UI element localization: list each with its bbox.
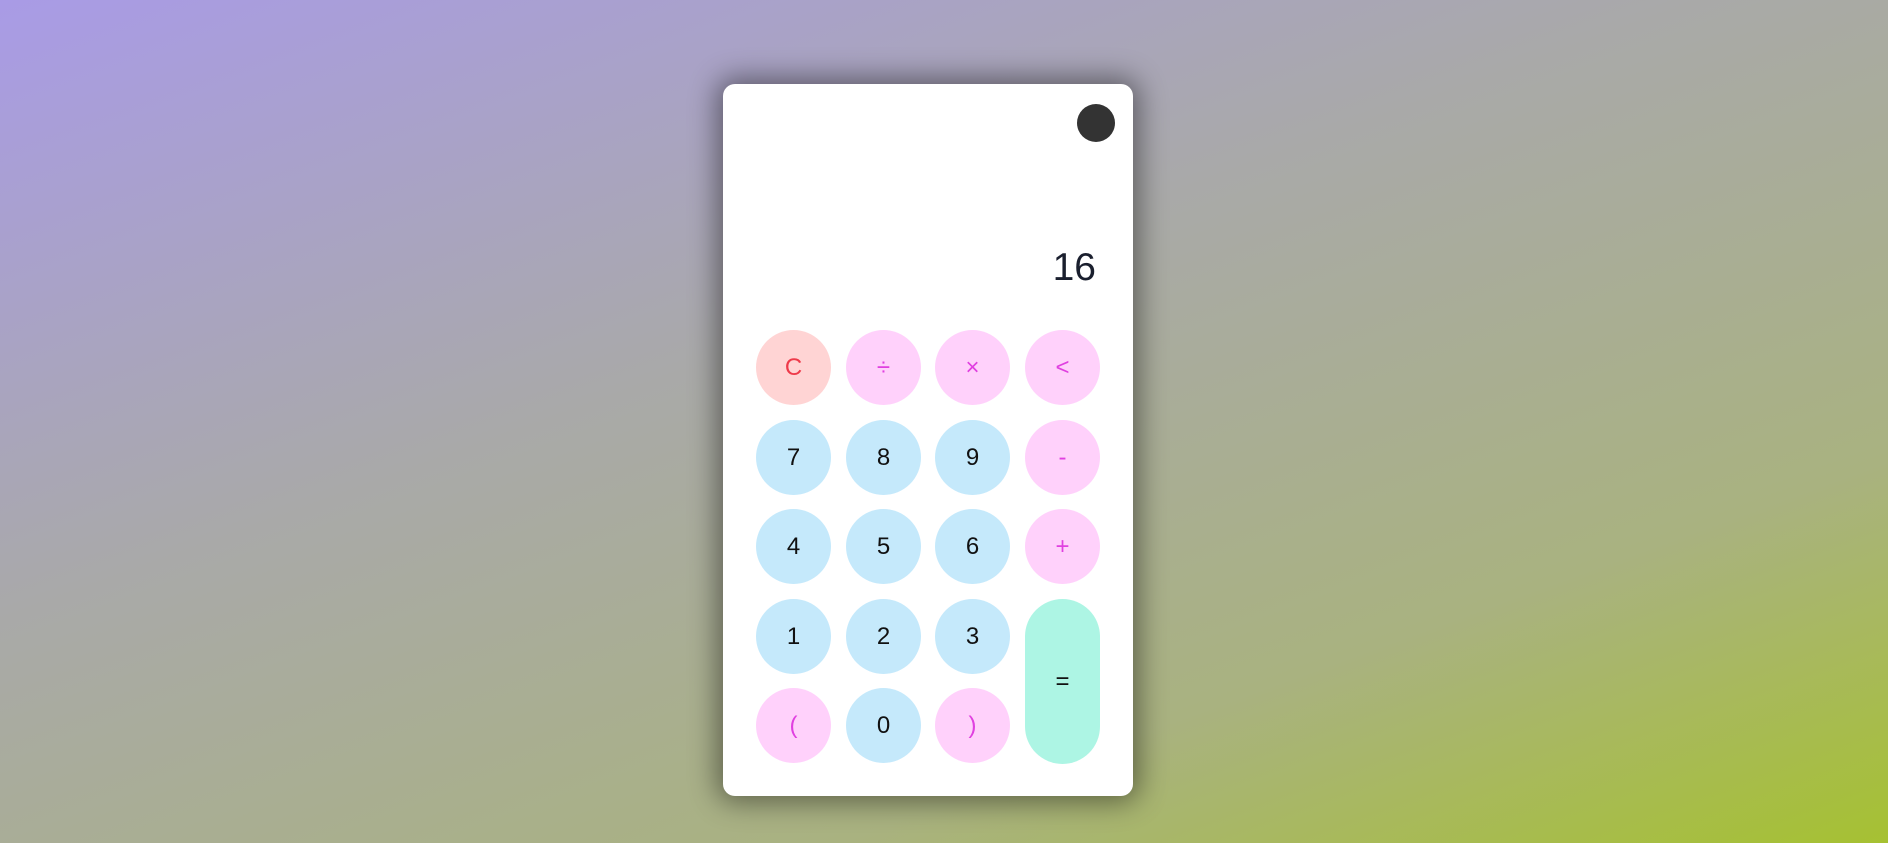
calculator-display: 16: [1052, 246, 1096, 289]
divide-button[interactable]: ÷: [846, 330, 921, 405]
multiply-button[interactable]: ×: [935, 330, 1010, 405]
digit-8-button[interactable]: 8: [846, 420, 921, 495]
calculator-panel: 16 C ÷ × < 7 8 9 - 4 5 6 + 1 2 3 = ( 0 ): [723, 84, 1133, 796]
theme-toggle-button[interactable]: [1077, 104, 1115, 142]
equals-button[interactable]: =: [1025, 599, 1100, 764]
digit-3-button[interactable]: 3: [935, 599, 1010, 674]
digit-4-button[interactable]: 4: [756, 509, 831, 584]
digit-5-button[interactable]: 5: [846, 509, 921, 584]
close-paren-button[interactable]: ): [935, 688, 1010, 763]
plus-button[interactable]: +: [1025, 509, 1100, 584]
minus-button[interactable]: -: [1025, 420, 1100, 495]
digit-9-button[interactable]: 9: [935, 420, 1010, 495]
backspace-button[interactable]: <: [1025, 330, 1100, 405]
digit-2-button[interactable]: 2: [846, 599, 921, 674]
digit-6-button[interactable]: 6: [935, 509, 1010, 584]
clear-button[interactable]: C: [756, 330, 831, 405]
digit-7-button[interactable]: 7: [756, 420, 831, 495]
digit-0-button[interactable]: 0: [846, 688, 921, 763]
keypad: C ÷ × < 7 8 9 - 4 5 6 + 1 2 3 = ( 0 ): [756, 330, 1100, 764]
digit-1-button[interactable]: 1: [756, 599, 831, 674]
open-paren-button[interactable]: (: [756, 688, 831, 763]
